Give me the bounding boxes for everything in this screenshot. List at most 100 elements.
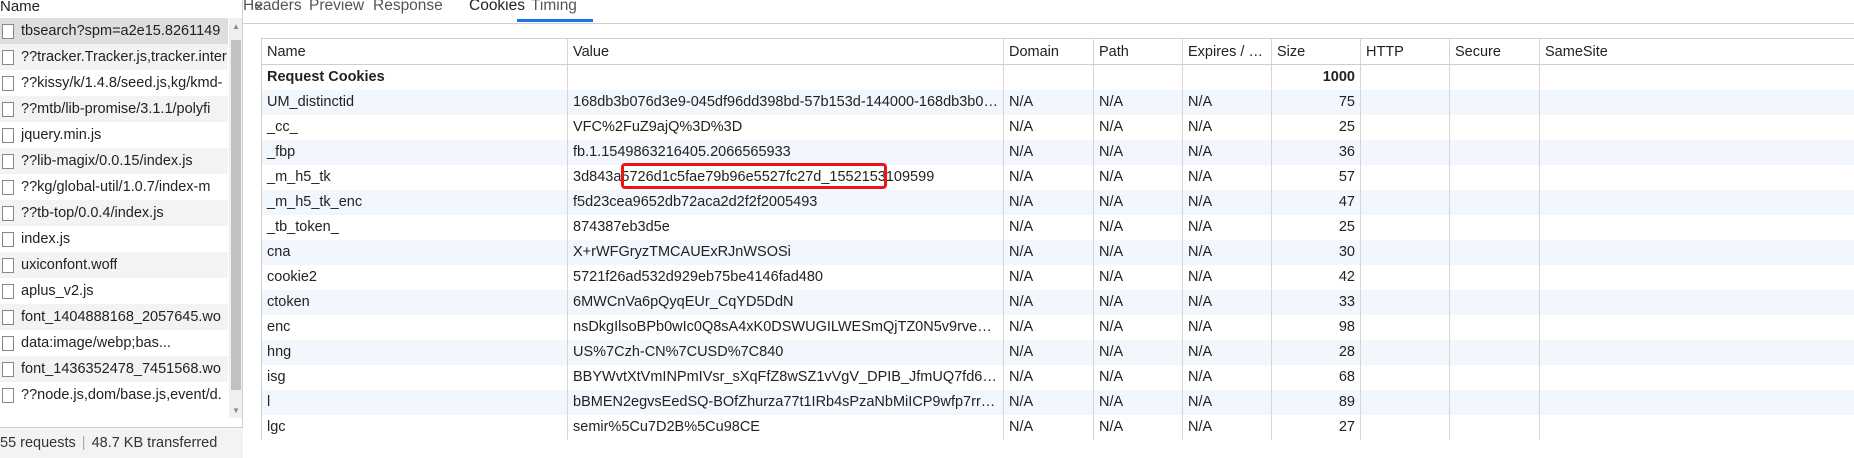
cookie-samesite <box>1539 114 1854 140</box>
cookies-table: Name Value Domain Path Expires / Ma... S… <box>261 38 1854 440</box>
request-row[interactable]: aplus_v2.js <box>0 278 228 304</box>
cookie-http <box>1360 364 1450 390</box>
request-row[interactable]: ??lib-magix/0.0.15/index.js <box>0 148 228 174</box>
request-row[interactable]: index.js <box>0 226 228 252</box>
cookie-name: enc <box>261 314 568 340</box>
table-row[interactable]: _tb_token_ 874387eb3d5e N/A N/A N/A 25 <box>261 214 1854 240</box>
column-header-expires[interactable]: Expires / Ma... <box>1182 38 1272 65</box>
cookie-path: N/A <box>1093 289 1183 315</box>
detail-tabs-bar: × Headers Preview Response Cookies Timin… <box>243 0 1854 24</box>
tab-response[interactable]: Response <box>373 0 443 15</box>
cookie-domain: N/A <box>1003 339 1094 365</box>
request-row[interactable]: uxiconfont.woff <box>0 252 228 278</box>
cookie-value: BBYWvtXtVmINPmIVsr_sXqFfZ8wSZ1vVgV_DPIB_… <box>567 364 1004 390</box>
table-row[interactable]: l bBMEN2egvsEedSQ-BOfZhurza77t1IRb4sPzaNb… <box>261 389 1854 415</box>
request-row[interactable]: ??kg/global-util/1.0.7/index-m <box>0 174 228 200</box>
table-row[interactable]: _fbp fb.1.1549863216405.2066565933 N/A N/A N… <box>261 139 1854 165</box>
table-row[interactable]: isg BBYWvtXtVmINPmIVsr_sXqFfZ8wSZ1vVgV_DP… <box>261 364 1854 390</box>
table-row[interactable]: _cc_ VFC%2FuZ9ajQ%3D%3D N/A N/A N/A 25 <box>261 114 1854 140</box>
column-header-samesite[interactable]: SameSite <box>1539 38 1854 65</box>
file-icon <box>2 335 14 351</box>
cookie-name: ctoken <box>261 289 568 315</box>
column-header-size[interactable]: Size <box>1271 38 1361 65</box>
table-row[interactable]: UM_distinctid 168db3b076d3e9-045df96dd398… <box>261 89 1854 115</box>
cookie-value: f5d23cea9652db72aca2d2f2f2005493 <box>567 189 1004 215</box>
cookie-path: N/A <box>1093 314 1183 340</box>
column-header-path[interactable]: Path <box>1093 38 1183 65</box>
file-icon <box>2 101 14 117</box>
cookie-path: N/A <box>1093 364 1183 390</box>
file-icon <box>2 231 14 247</box>
request-row[interactable]: ??kissy/k/1.4.8/seed.js,kg/kmd- <box>0 70 228 96</box>
cookie-expires: N/A <box>1182 214 1272 240</box>
cookie-domain: N/A <box>1003 214 1094 240</box>
cookie-expires: N/A <box>1182 189 1272 215</box>
cookie-name: _m_h5_tk <box>261 164 568 190</box>
cookie-domain: N/A <box>1003 114 1094 140</box>
column-header-value[interactable]: Value <box>567 38 1004 65</box>
cookie-expires: N/A <box>1182 364 1272 390</box>
cookie-name: _m_h5_tk_enc <box>261 189 568 215</box>
table-row[interactable]: cna X+rWFGryzTMCAUExRJnWSOSi N/A N/A N/A 30 <box>261 239 1854 265</box>
tab-headers[interactable]: Headers <box>243 0 302 15</box>
table-row[interactable]: _m_h5_tk_enc f5d23cea9652db72aca2d2f2f200… <box>261 189 1854 215</box>
request-row[interactable]: tbsearch?spm=a2e15.8261149 <box>0 18 228 44</box>
cookie-value: fb.1.1549863216405.2066565933 <box>567 139 1004 165</box>
request-row[interactable]: jquery.min.js <box>0 122 228 148</box>
scroll-thumb[interactable] <box>231 40 241 390</box>
table-row[interactable]: hng US%7Czh-CN%7CUSD%7C840 N/A N/A N/A 28 <box>261 339 1854 365</box>
name-column-header[interactable]: Name <box>0 0 243 16</box>
request-row[interactable]: font_1404888168_2057645.wo <box>0 304 228 330</box>
column-header-name[interactable]: Name <box>261 38 568 65</box>
tab-timing[interactable]: Timing <box>531 0 577 15</box>
request-name: ??lib-magix/0.0.15/index.js <box>21 153 193 169</box>
request-name: uxiconfont.woff <box>21 257 118 273</box>
transferred-size: 48.7 KB transferred <box>91 435 218 451</box>
cookie-expires: N/A <box>1182 339 1272 365</box>
cookie-name: hng <box>261 339 568 365</box>
cookie-http <box>1360 139 1450 165</box>
request-row[interactable]: ??node.js,dom/base.js,event/d. <box>0 382 228 408</box>
request-row[interactable]: ??mtb/lib-promise/3.1.1/polyfi <box>0 96 228 122</box>
tab-preview[interactable]: Preview <box>309 0 364 15</box>
request-row[interactable]: ??tracker.Tracker.js,tracker.inter <box>0 44 228 70</box>
cookie-domain: N/A <box>1003 139 1094 165</box>
cookie-domain: N/A <box>1003 389 1094 415</box>
cookie-domain: N/A <box>1003 189 1094 215</box>
cookie-secure <box>1449 89 1540 115</box>
table-row[interactable]: cookie2 5721f26ad532d929eb75be4146fad480 N… <box>261 264 1854 290</box>
cookie-domain: N/A <box>1003 289 1094 315</box>
cookie-samesite <box>1539 414 1854 440</box>
request-list-scrollbar[interactable]: ▲ ▼ <box>229 18 242 418</box>
file-icon <box>2 75 14 91</box>
table-row[interactable]: _m_h5_tk 3d843a5726d1c5fae79b96e5527fc27d… <box>261 164 1854 190</box>
cookie-http <box>1360 289 1450 315</box>
cookie-samesite <box>1539 314 1854 340</box>
cookie-secure <box>1449 114 1540 140</box>
table-row[interactable]: enc nsDkgIlsoBPb0wIc0Q8sA4xK0DSWUGILWESmQ… <box>261 314 1854 340</box>
cookie-size: 25 <box>1271 214 1361 240</box>
cookie-secure <box>1449 164 1540 190</box>
table-row[interactable]: lgc semir%5Cu7D2B%5Cu98CE N/A N/A N/A 27 <box>261 414 1854 440</box>
request-row[interactable]: font_1436352478_7451568.wo <box>0 356 228 382</box>
column-header-secure[interactable]: Secure <box>1449 38 1540 65</box>
scroll-down-icon[interactable]: ▼ <box>231 406 241 416</box>
cookie-secure <box>1449 239 1540 265</box>
request-row[interactable]: ??tb-top/0.0.4/index.js <box>0 200 228 226</box>
table-row[interactable]: ctoken 6MWCnVa6pQyqEUr_CqYD5DdN N/A N/A N/A 3… <box>261 289 1854 315</box>
file-icon <box>2 387 14 403</box>
cookie-domain: N/A <box>1003 414 1094 440</box>
scroll-up-icon[interactable]: ▲ <box>231 22 241 32</box>
column-header-http[interactable]: HTTP <box>1360 38 1450 65</box>
cookie-size: 75 <box>1271 89 1361 115</box>
file-icon <box>2 205 14 221</box>
cookie-size: 57 <box>1271 164 1361 190</box>
cookie-samesite <box>1539 164 1854 190</box>
tab-cookies[interactable]: Cookies <box>469 0 525 15</box>
request-row[interactable]: data:image/webp;bas... <box>0 330 228 356</box>
column-header-domain[interactable]: Domain <box>1003 38 1094 65</box>
cookie-http <box>1360 89 1450 115</box>
cookie-secure <box>1449 189 1540 215</box>
file-icon <box>2 309 14 325</box>
cookies-table-body: Request Cookies 1000 UM_distinctid 168db3… <box>261 64 1854 440</box>
